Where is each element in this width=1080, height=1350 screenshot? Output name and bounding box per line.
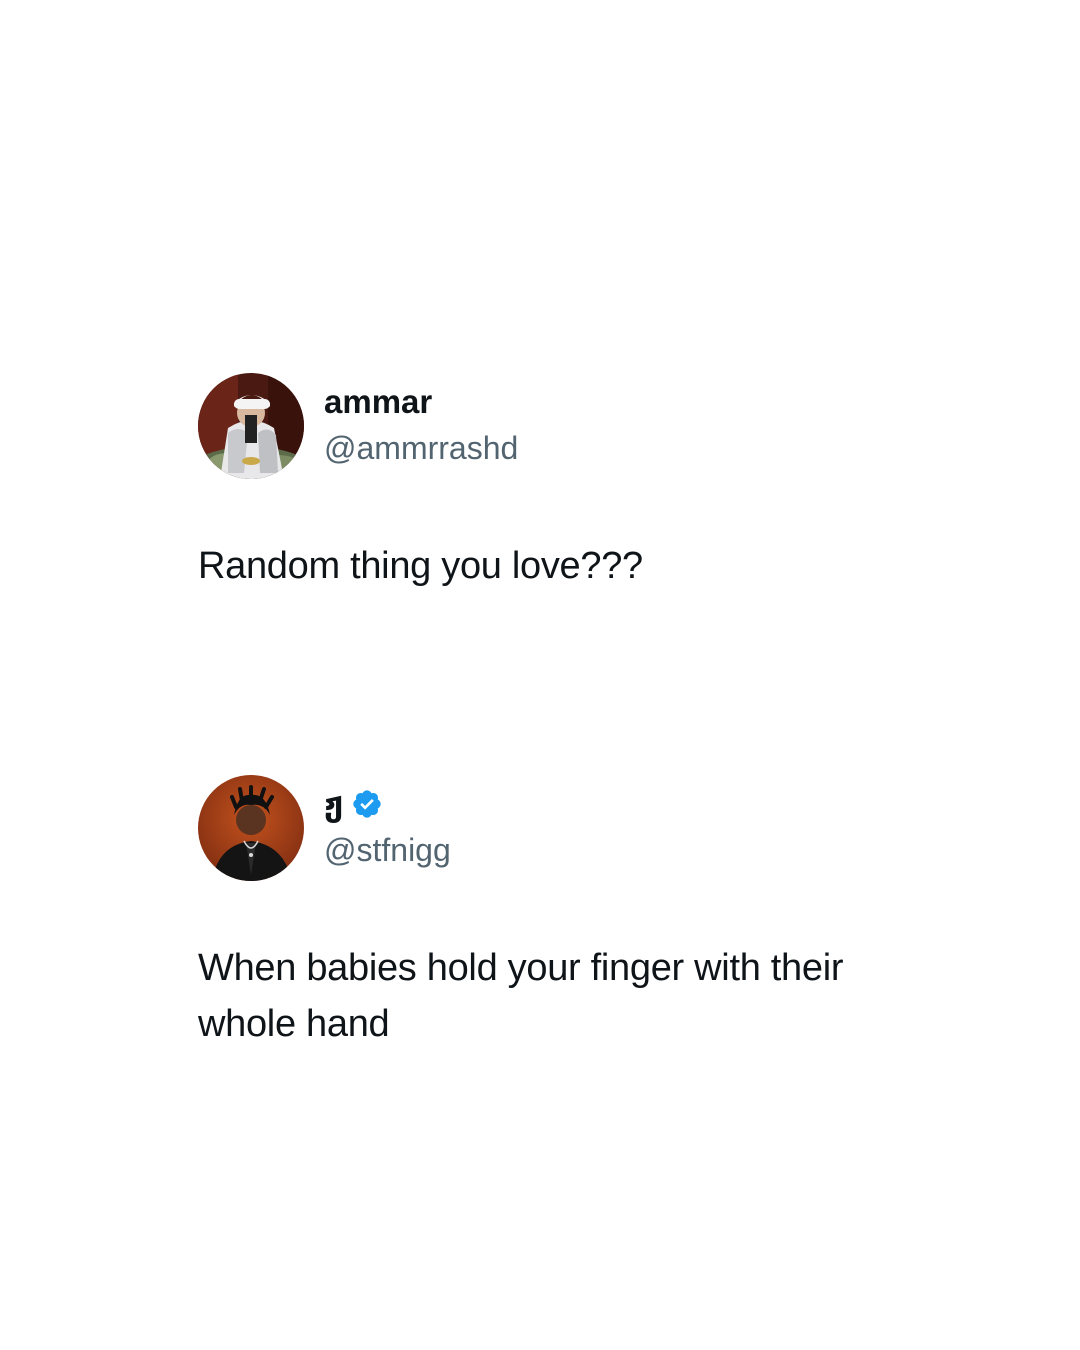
post-text: Random thing you love??? <box>198 545 643 587</box>
post-original[interactable]: ammar @ammrrashd Random thing you love??… <box>198 372 958 594</box>
post-header: ჟ @stfnigg <box>198 774 958 882</box>
post-reply[interactable]: ჟ @stfnigg When babies hold your finger … <box>198 774 958 1052</box>
user-identity: ჟ @stfnigg <box>324 784 451 872</box>
user-handle[interactable]: @stfnigg <box>324 828 451 872</box>
display-name[interactable]: ammar <box>324 382 432 422</box>
post-header: ammar @ammrrashd <box>198 372 958 480</box>
avatar-photo-icon <box>198 373 304 479</box>
name-row: ammar <box>324 382 518 422</box>
post-text: When babies hold your finger with their … <box>198 947 844 1045</box>
user-handle[interactable]: @ammrrashd <box>324 426 518 470</box>
avatar[interactable] <box>198 775 304 881</box>
verified-badge-icon <box>351 788 383 820</box>
avatar-photo-icon <box>198 775 304 881</box>
display-name[interactable]: ჟ <box>324 784 343 824</box>
name-row: ჟ <box>324 784 451 824</box>
avatar[interactable] <box>198 373 304 479</box>
user-identity: ammar @ammrrashd <box>324 382 518 470</box>
